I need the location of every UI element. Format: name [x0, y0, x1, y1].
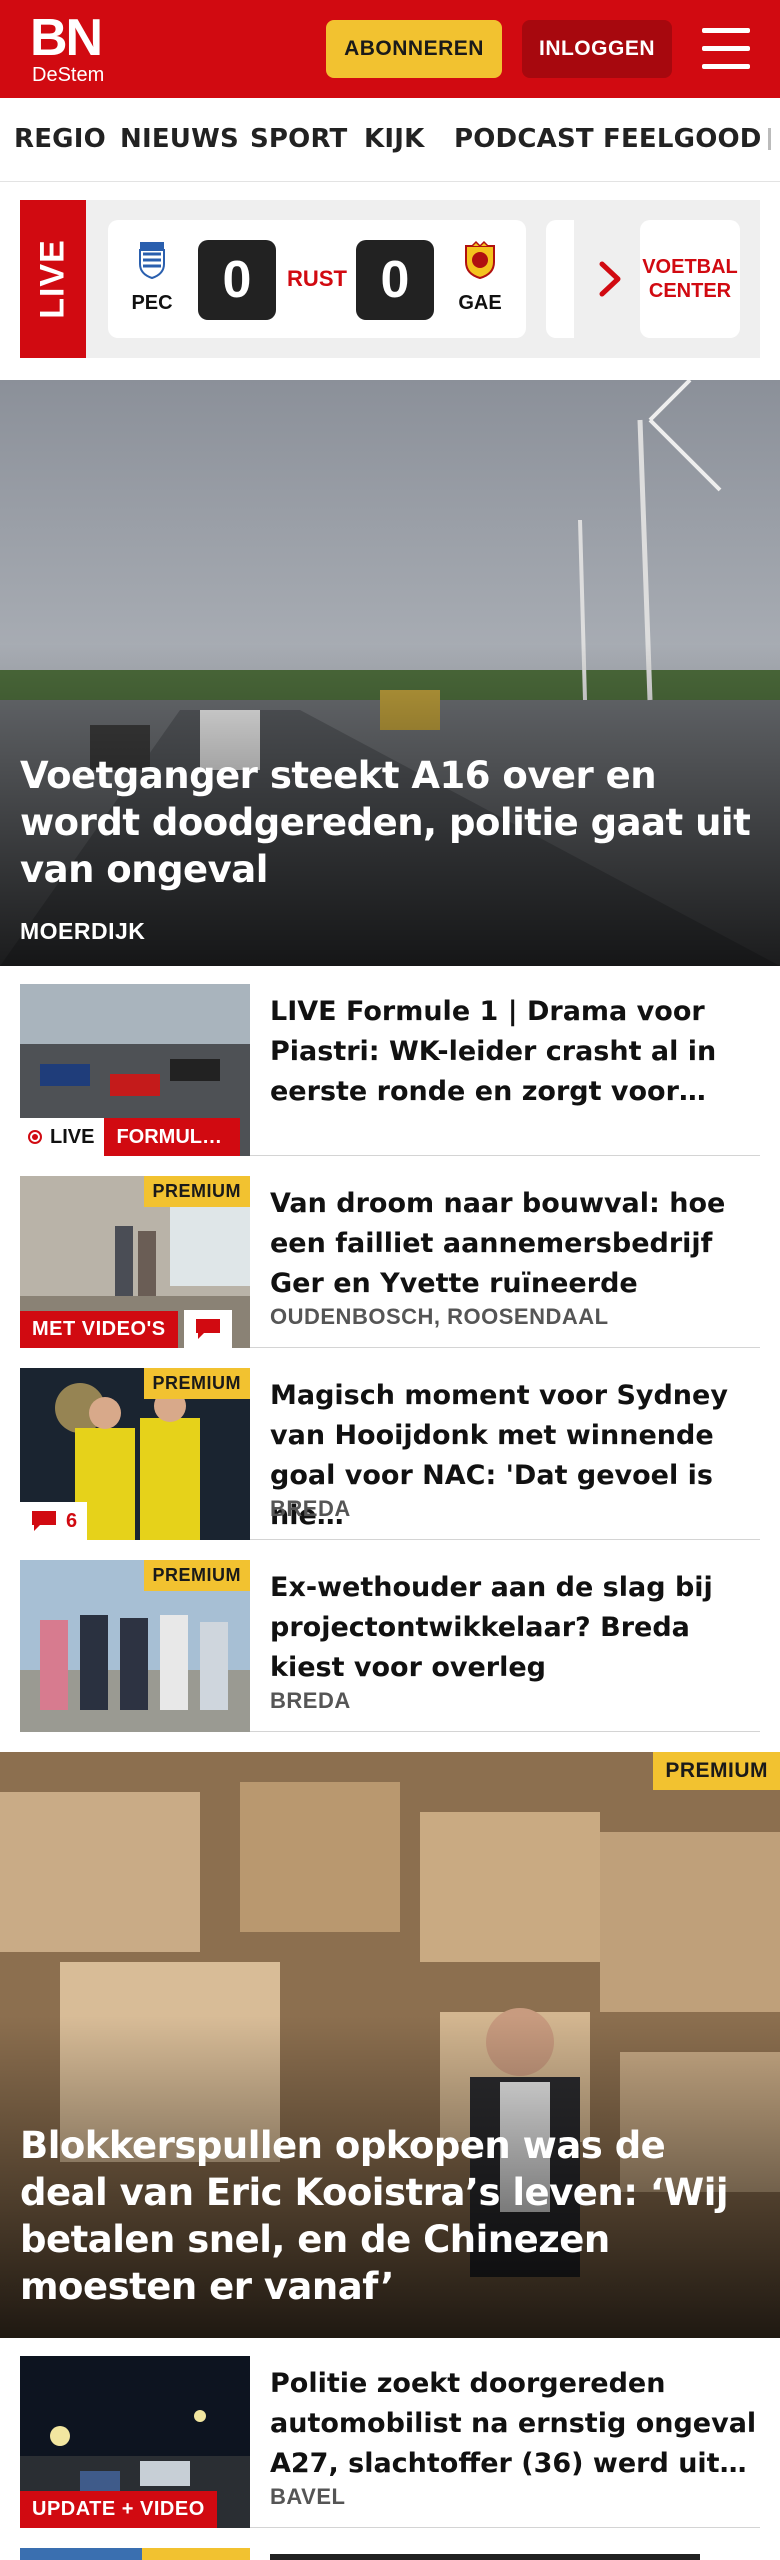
match-status: RUST — [287, 266, 347, 291]
logo-main: BN — [30, 9, 103, 67]
live-tab-label: LIVE — [33, 239, 72, 319]
nav-item-nieuws[interactable]: NIEUWS — [120, 124, 239, 154]
video-badge: MET VIDEO'S — [20, 1311, 178, 1348]
home-score: 0 — [198, 240, 276, 320]
home-team: PEC — [122, 240, 182, 315]
premium-badge: PREMIUM — [143, 1176, 250, 1207]
comment-badge — [184, 1310, 232, 1348]
site-logo[interactable]: BN DeStem — [30, 12, 120, 86]
away-team: GAE — [450, 240, 510, 315]
hero-location: MOERDIJK — [20, 918, 146, 944]
nav-overflow-indicator — [768, 128, 771, 150]
article-item[interactable]: PREMIUM 6 Magisch moment voor Sydney van… — [20, 1368, 760, 1540]
category-label: FORMUL… — [104, 1118, 241, 1156]
hero-title[interactable]: Voetganger steekt A16 over en wordt dood… — [20, 752, 760, 893]
home-team-name: PEC — [131, 292, 173, 314]
article-thumbnail: LIVE FORMUL… — [20, 984, 250, 1156]
premium-badge: PREMIUM — [143, 1368, 250, 1399]
premium-badge: PREMIUM — [653, 1752, 780, 1790]
article-title[interactable]: Politie zoekt doorgereden automobilist n… — [270, 2364, 760, 2484]
comment-icon — [196, 1319, 220, 1339]
next-article-title-peek — [270, 2548, 700, 2560]
article-item[interactable]: PREMIUM Ex-wethouder aan de slag bij pro… — [20, 1560, 760, 1732]
article-title[interactable]: Ex-wethouder aan de slag bij projectontw… — [270, 1568, 760, 1688]
nav-item-feelgood[interactable]: FEELGOOD — [603, 124, 762, 154]
article-location: BREDA — [270, 1496, 351, 1521]
gae-crest-icon — [465, 240, 495, 280]
login-button[interactable]: INLOGGEN — [522, 20, 672, 78]
article-thumbnail: UPDATE + VIDEO — [20, 2356, 250, 2528]
comment-count: 6 — [66, 1509, 78, 1532]
live-scores-widget: LIVE PEC 0 RUST 0 GAE VOETBAL CENTER — [20, 200, 760, 358]
comment-icon — [32, 1511, 56, 1531]
article-location: BREDA — [270, 1688, 351, 1713]
article-item[interactable]: PREMIUM MET VIDEO'S Van droom naar bouwv… — [20, 1176, 760, 1348]
nav-item-kijk[interactable]: KIJK — [364, 124, 424, 154]
feature-title[interactable]: Blokkerspullen opkopen was de deal van E… — [20, 2122, 760, 2310]
live-tab[interactable]: LIVE — [20, 200, 86, 358]
article-location: OUDENBOSCH, ROOSENDAAL — [270, 1304, 609, 1329]
feature-article[interactable]: PREMIUM Blokkerspullen opkopen was de de… — [0, 1752, 780, 2338]
subscribe-button[interactable]: ABONNEREN — [326, 20, 502, 78]
voetbal-center-link[interactable]: VOETBAL CENTER — [640, 220, 740, 338]
article-thumbnail: PREMIUM 6 — [20, 1368, 250, 1540]
match-card[interactable]: PEC 0 RUST 0 GAE — [108, 220, 526, 338]
next-article-premium-peek — [142, 2548, 250, 2560]
nav-item-podcast[interactable]: PODCAST — [454, 124, 594, 154]
live-dot-icon — [28, 1130, 42, 1144]
article-title[interactable]: Van droom naar bouwval: hoe een failliet… — [270, 1184, 760, 1304]
hero-article[interactable]: Voetganger steekt A16 over en wordt dood… — [0, 380, 780, 966]
live-category-badge: LIVE FORMUL… — [20, 1118, 241, 1156]
logo-sub: DeStem — [32, 64, 105, 86]
article-thumbnail: PREMIUM MET VIDEO'S — [20, 1176, 250, 1348]
chevron-right-icon[interactable] — [590, 254, 630, 304]
next-match-card-peek[interactable] — [546, 220, 574, 338]
article-item[interactable]: UPDATE + VIDEO Politie zoekt doorgereden… — [20, 2356, 760, 2528]
away-score: 0 — [356, 240, 434, 320]
article-title[interactable]: LIVE Formule 1 | Drama voor Piastri: WK-… — [270, 992, 760, 1112]
nav-item-sport[interactable]: SPORT — [250, 124, 347, 154]
comment-count-badge: 6 — [20, 1502, 88, 1540]
site-header: BN DeStem ABONNEREN INLOGGEN — [0, 0, 780, 98]
article-item[interactable]: LIVE FORMUL… LIVE Formule 1 | Drama voor… — [20, 984, 760, 1156]
article-thumbnail: PREMIUM — [20, 1560, 250, 1732]
away-team-name: GAE — [458, 292, 502, 314]
live-label: LIVE — [50, 1125, 95, 1148]
premium-badge: PREMIUM — [143, 1560, 250, 1591]
update-video-badge: UPDATE + VIDEO — [20, 2491, 217, 2528]
pec-crest-icon — [139, 242, 165, 280]
nav-item-regio[interactable]: REGIO — [14, 124, 106, 154]
section-nav: REGIO NIEUWS SPORT KIJK PODCAST FEELGOOD — [0, 98, 780, 182]
article-location: BAVEL — [270, 2484, 346, 2509]
hamburger-menu-icon[interactable] — [702, 28, 750, 70]
